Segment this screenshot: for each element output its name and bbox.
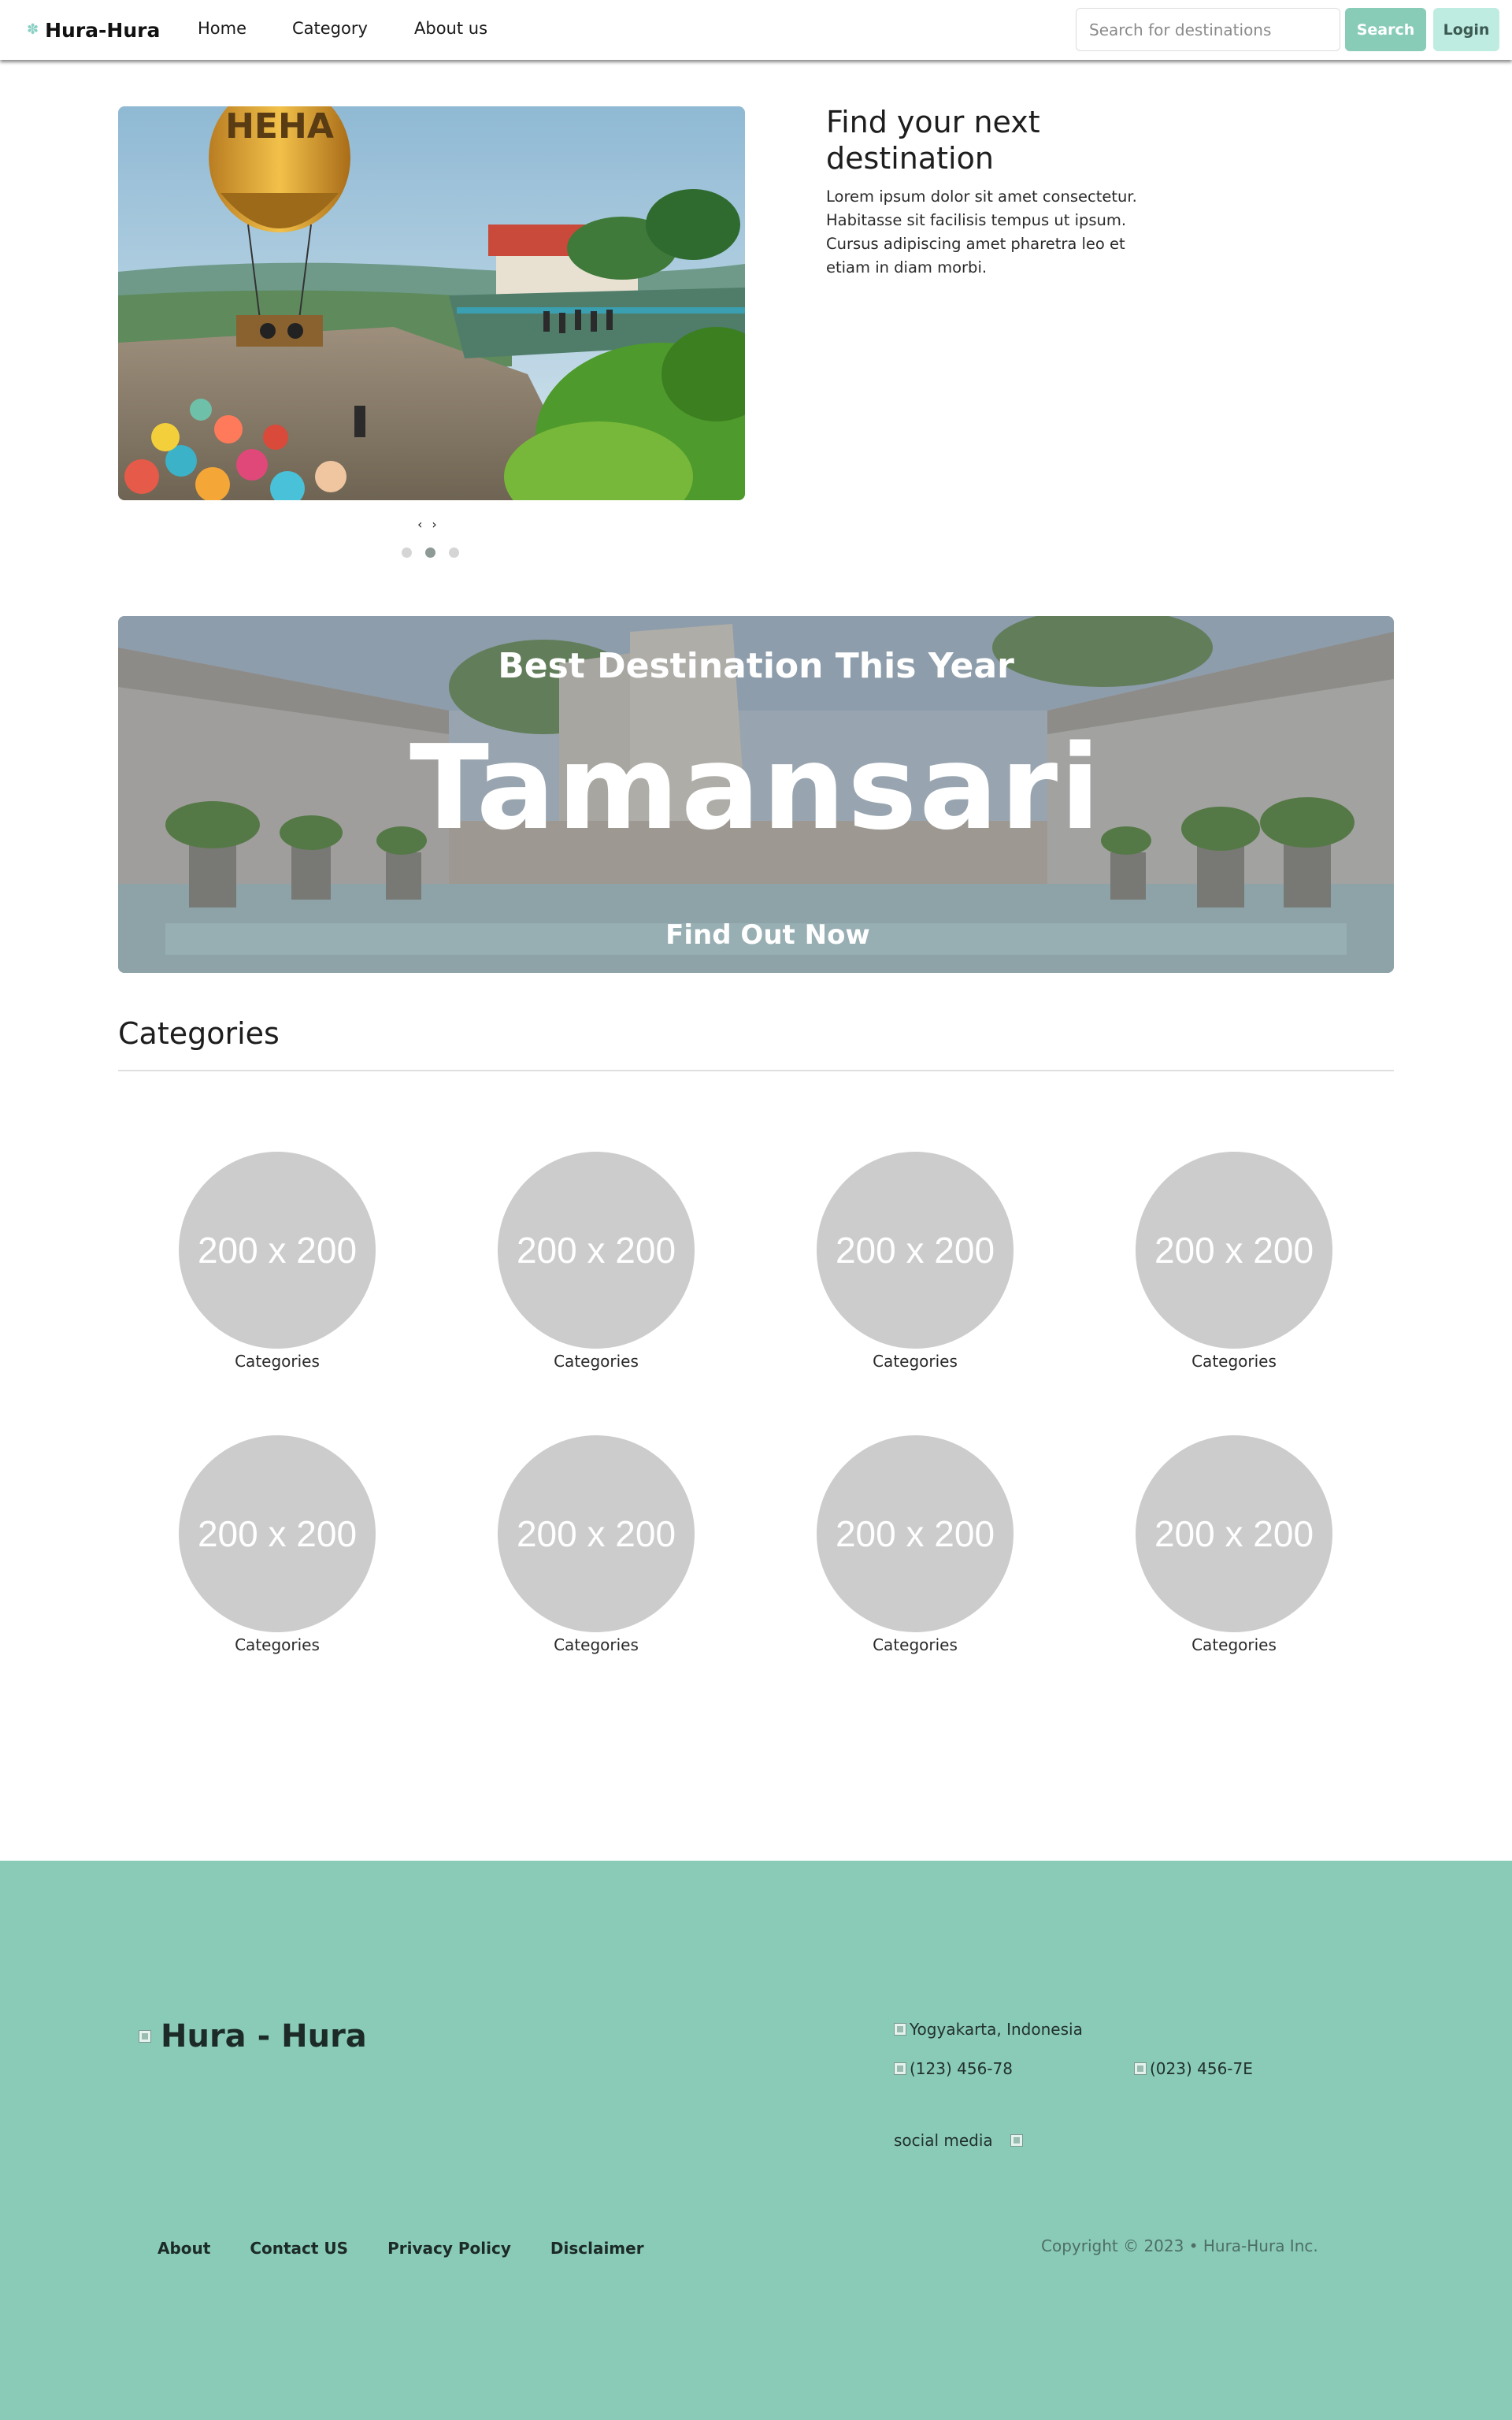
flower-icon: ✽: [27, 21, 39, 38]
category-card[interactable]: 200 x 200 Categories: [817, 1152, 1014, 1371]
carousel-dot-3[interactable]: [449, 547, 459, 558]
login-button[interactable]: Login: [1433, 8, 1499, 51]
search-input[interactable]: [1076, 8, 1340, 51]
category-card[interactable]: 200 x 200 Categories: [1136, 1435, 1332, 1654]
navbar: ✽ Hura-Hura Home Category About us Searc…: [0, 0, 1512, 60]
hero-title: Find your next destination: [826, 105, 1040, 176]
brand-logo[interactable]: ✽ Hura-Hura: [27, 0, 160, 60]
category-label: Categories: [873, 1352, 958, 1371]
category-label: Categories: [554, 1352, 639, 1371]
category-card[interactable]: 200 x 200 Categories: [179, 1435, 376, 1654]
category-label: Categories: [1191, 1352, 1277, 1371]
category-label: Categories: [554, 1635, 639, 1654]
footer-logo[interactable]: Hura - Hura: [139, 2018, 367, 2054]
hilltop-balloon-photo: HEHA: [118, 106, 745, 500]
carousel-dot-1[interactable]: [402, 547, 412, 558]
banner-title: Tamansari: [410, 720, 1102, 856]
category-card[interactable]: 200 x 200 Categories: [498, 1152, 695, 1371]
category-label: Categories: [235, 1635, 320, 1654]
category-label: Categories: [235, 1352, 320, 1371]
category-card[interactable]: 200 x 200 Categories: [817, 1435, 1014, 1654]
balloon-sign: HEHA: [225, 106, 334, 147]
carousel-indicators: [402, 547, 459, 558]
broken-image-icon: [139, 2030, 151, 2043]
category-card[interactable]: 200 x 200 Categories: [1136, 1152, 1332, 1371]
category-card[interactable]: 200 x 200 Categories: [179, 1152, 376, 1371]
footer-phone-2: (023) 456-7E: [1134, 2059, 1253, 2078]
nav-link-category[interactable]: Category: [292, 19, 368, 38]
nav-link-about[interactable]: About us: [414, 19, 487, 38]
carousel-arrows: ‹ ›: [417, 517, 437, 532]
category-image-placeholder: 200 x 200: [498, 1435, 695, 1632]
carousel-next-button[interactable]: ›: [432, 517, 436, 532]
carousel-dot-2[interactable]: [425, 547, 435, 558]
find-out-now-button[interactable]: Find Out Now: [118, 919, 1394, 951]
banner-subtitle: Best Destination This Year: [498, 646, 1014, 686]
social-media-label: social media: [894, 2131, 993, 2150]
social-icon[interactable]: [1010, 2134, 1023, 2147]
brand-name: Hura-Hura: [45, 18, 161, 42]
carousel-prev-button[interactable]: ‹: [417, 517, 422, 532]
footer-link-privacy[interactable]: Privacy Policy: [387, 2239, 511, 2258]
footer-location: Yogyakarta, Indonesia: [894, 2020, 1083, 2039]
hero-description: Lorem ipsum dolor sit amet consectetur. …: [826, 187, 1137, 277]
footer-social: social media: [894, 2131, 1023, 2150]
categories-heading: Categories: [118, 1016, 280, 1051]
category-label: Categories: [873, 1635, 958, 1654]
carousel-image: HEHA: [118, 106, 745, 500]
category-card[interactable]: 200 x 200 Categories: [498, 1435, 695, 1654]
footer-link-contact[interactable]: Contact US: [250, 2239, 348, 2258]
category-image-placeholder: 200 x 200: [817, 1152, 1014, 1349]
phone-icon: [894, 2062, 906, 2075]
category-image-placeholder: 200 x 200: [179, 1435, 376, 1632]
search-button[interactable]: Search: [1345, 8, 1426, 51]
category-image-placeholder: 200 x 200: [817, 1435, 1014, 1632]
category-image-placeholder: 200 x 200: [1136, 1152, 1332, 1349]
footer: [0, 1861, 1512, 2420]
featured-banner: Best Destination This Year Tamansari Fin…: [118, 616, 1394, 973]
footer-link-disclaimer[interactable]: Disclaimer: [550, 2239, 644, 2258]
footer-phone-1: (123) 456-78: [894, 2059, 1013, 2078]
footer-logo-text: Hura - Hura: [161, 2018, 367, 2054]
location-icon: [894, 2023, 906, 2036]
footer-links: About Contact US Privacy Policy Disclaim…: [158, 2239, 644, 2258]
phone-icon: [1134, 2062, 1147, 2075]
copyright: Copyright © 2023 • Hura-Hura Inc.: [1041, 2236, 1318, 2255]
category-image-placeholder: 200 x 200: [179, 1152, 376, 1349]
divider: [118, 1070, 1394, 1071]
category-image-placeholder: 200 x 200: [1136, 1435, 1332, 1632]
footer-link-about[interactable]: About: [158, 2239, 210, 2258]
nav-link-home[interactable]: Home: [198, 19, 246, 38]
category-label: Categories: [1191, 1635, 1277, 1654]
category-image-placeholder: 200 x 200: [498, 1152, 695, 1349]
